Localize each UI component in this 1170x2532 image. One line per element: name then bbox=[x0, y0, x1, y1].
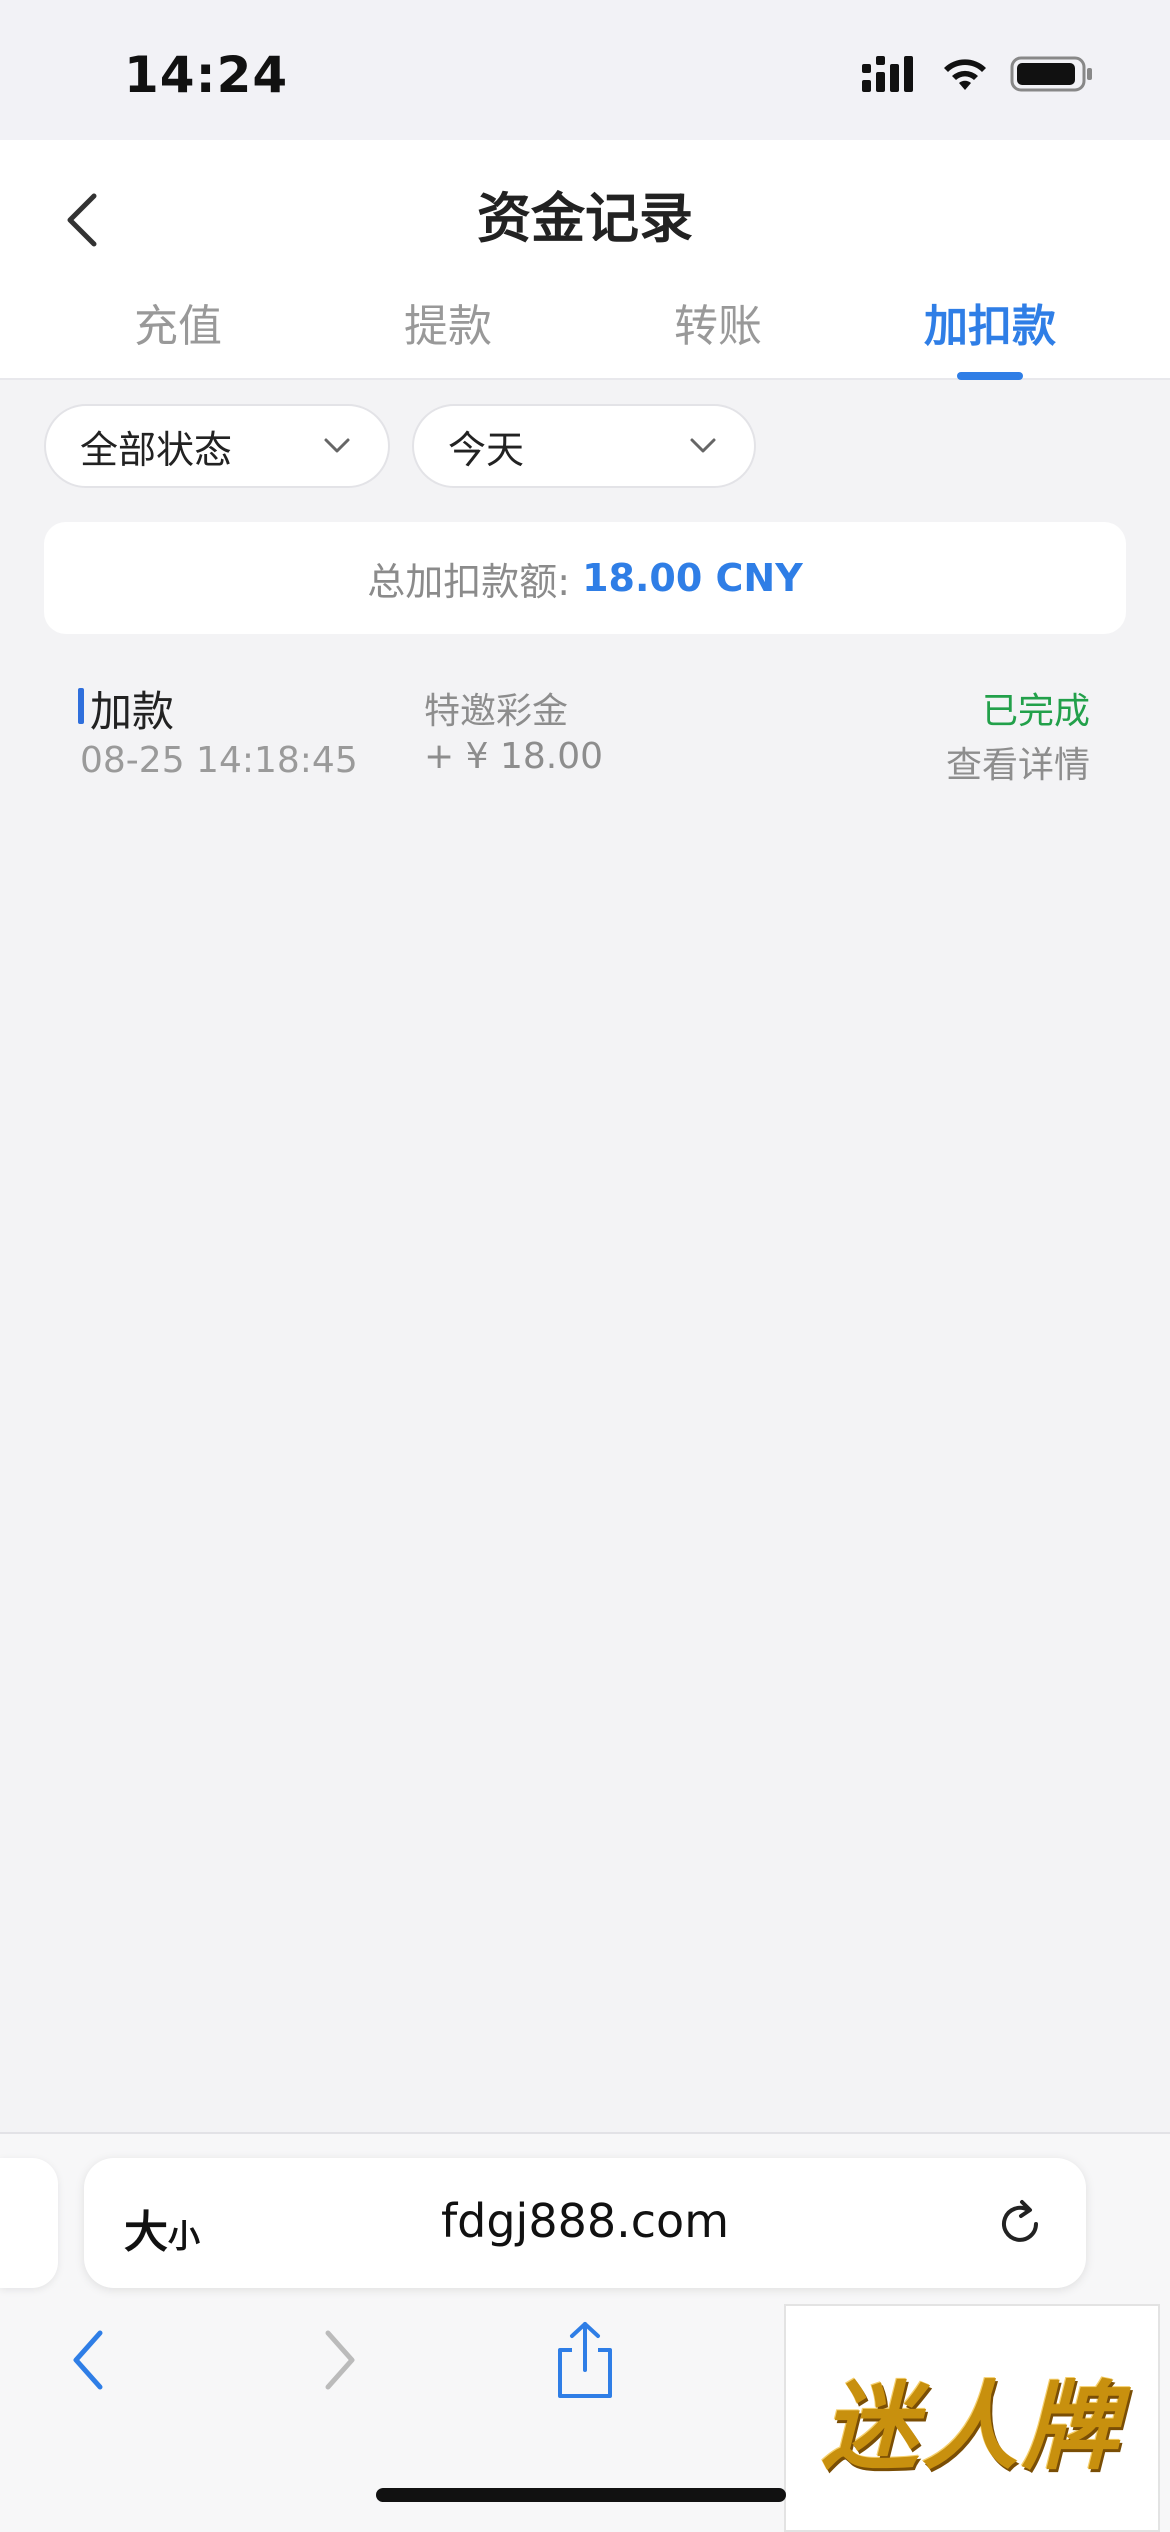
tab-withdraw[interactable]: 提款 bbox=[348, 290, 548, 354]
date-filter-label: 今天 bbox=[448, 427, 525, 472]
view-details-link[interactable]: 查看详情 bbox=[946, 736, 1090, 788]
tab-deposit[interactable]: 充值 bbox=[78, 290, 278, 354]
chevron-down-icon bbox=[320, 429, 354, 463]
cellular-signal-icon bbox=[862, 56, 913, 92]
battery-icon bbox=[1010, 56, 1092, 92]
status-time: 14:24 bbox=[124, 46, 289, 104]
record-status: 已完成 bbox=[981, 691, 1090, 732]
status-bar: 14:24 bbox=[0, 0, 1170, 140]
record-type: 加款 bbox=[90, 687, 175, 736]
reload-icon bbox=[1002, 2200, 1038, 2242]
reload-button[interactable] bbox=[990, 2194, 1050, 2254]
address-bar[interactable]: 大小 fdgj888.com bbox=[84, 2158, 1086, 2288]
url-text: fdgj888.com bbox=[440, 2194, 730, 2248]
wifi-icon bbox=[944, 59, 986, 90]
summary-amount: 18.00 CNY bbox=[582, 556, 803, 600]
share-button[interactable] bbox=[545, 2320, 625, 2400]
page-title: 资金记录 bbox=[477, 187, 693, 250]
chevron-left-icon bbox=[73, 2330, 103, 2390]
record-amount: + ¥ 18.00 bbox=[424, 736, 604, 777]
home-indicator bbox=[376, 2488, 786, 2502]
status-filter-select[interactable]: 全部状态 bbox=[44, 404, 390, 488]
chevron-right-icon bbox=[325, 2330, 355, 2390]
screen: 14:24 资金记录 充值 提款 转账 加扣款 全部状态 今天 总加扣款额: 1… bbox=[0, 0, 1170, 2532]
browser-back-button[interactable] bbox=[48, 2320, 128, 2400]
date-filter-select[interactable]: 今天 bbox=[412, 404, 756, 488]
watermark-text: 迷人牌 bbox=[822, 2369, 1122, 2483]
chevron-down-icon bbox=[686, 429, 720, 463]
browser-forward-button[interactable] bbox=[300, 2320, 380, 2400]
summary-label: 总加扣款额: bbox=[367, 559, 571, 604]
record-datetime: 08-25 14:18:45 bbox=[80, 740, 358, 781]
list-item[interactable]: 加款 08-25 14:18:45 特邀彩金 + ¥ 18.00 已完成 查看详… bbox=[0, 668, 1170, 798]
tab-bar: 充值 提款 转账 加扣款 bbox=[0, 290, 1170, 380]
tab-transfer[interactable]: 转账 bbox=[618, 290, 818, 354]
status-filter-label: 全部状态 bbox=[80, 427, 233, 472]
active-tab-indicator bbox=[957, 372, 1023, 380]
status-icons bbox=[860, 54, 1094, 94]
share-icon bbox=[558, 2322, 612, 2398]
total-adjustment-summary: 总加扣款额: 18.00 CNY bbox=[44, 522, 1126, 634]
record-category: 特邀彩金 bbox=[424, 691, 569, 732]
previous-tab-card[interactable] bbox=[0, 2158, 58, 2288]
page-header: 资金记录 充值 提款 转账 加扣款 bbox=[0, 140, 1170, 380]
watermark-logo: 迷人牌 bbox=[784, 2304, 1160, 2532]
record-type-marker bbox=[78, 688, 84, 724]
tab-adjustment[interactable]: 加扣款 bbox=[890, 290, 1090, 354]
